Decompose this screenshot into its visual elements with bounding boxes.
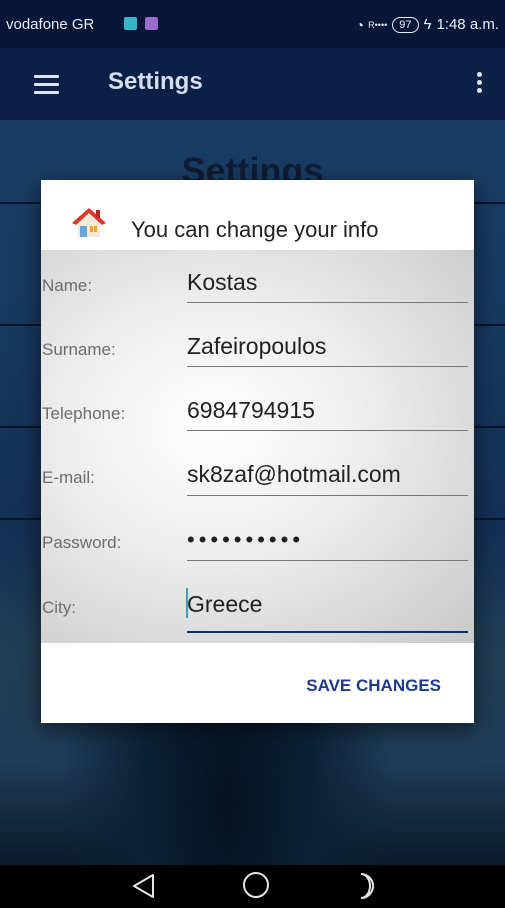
dialog-actions: SAVE CHANGES	[41, 643, 474, 723]
email-field[interactable]: sk8zaf@hotmail.com	[187, 461, 401, 488]
dialog-title: You can change your info	[131, 217, 379, 242]
name-label: Name:	[42, 276, 93, 295]
gallery-notification-icon	[145, 17, 158, 30]
navigation-bar	[0, 865, 505, 908]
roaming-indicator: R	[368, 19, 375, 30]
dialog-form: Name: Kostas Surname: Zafeiropoulos Tele…	[41, 250, 474, 643]
wifi-icon: ◔	[355, 16, 365, 33]
surname-field[interactable]: Zafeiropoulos	[187, 333, 326, 360]
edit-info-dialog: You can change your info Name: Kostas Su…	[41, 180, 474, 723]
telephone-field-underline	[187, 430, 468, 431]
password-label: Password:	[42, 533, 122, 552]
telephone-field[interactable]: 6984794915	[187, 397, 315, 424]
clock: 1:48 a.m.	[436, 16, 499, 33]
background-divider	[0, 426, 41, 428]
home-icon[interactable]	[243, 872, 269, 898]
signal-icon: R••••	[368, 19, 388, 30]
app-bar-title: Settings	[108, 68, 203, 95]
city-label: City:	[42, 598, 76, 617]
email-row: E-mail: sk8zaf@hotmail.com	[41, 442, 474, 506]
overflow-menu-icon[interactable]	[477, 72, 483, 96]
email-label: E-mail:	[42, 468, 95, 487]
city-field-underline	[187, 631, 468, 633]
charging-icon: ϟ	[423, 16, 432, 33]
carrier-name: vodafone GR	[6, 16, 95, 33]
status-bar: vodafone GR ◔ R•••• 97 ϟ 1:48 a.m.	[0, 0, 505, 48]
telephone-row: Telephone: 6984794915	[41, 378, 474, 442]
surname-field-underline	[187, 366, 468, 367]
surname-label: Surname:	[42, 340, 116, 359]
background-divider	[474, 518, 505, 520]
surname-row: Surname: Zafeiropoulos	[41, 314, 474, 378]
city-row: City: Greece	[41, 572, 474, 636]
background-divider	[474, 426, 505, 428]
house-icon	[72, 208, 106, 237]
screen: vodafone GR ◔ R•••• 97 ϟ 1:48 a.m. Setti…	[0, 0, 505, 908]
save-changes-button[interactable]: SAVE CHANGES	[306, 676, 441, 696]
back-icon[interactable]	[131, 873, 157, 899]
name-row: Name: Kostas	[41, 250, 474, 314]
app-bar: Settings	[0, 48, 505, 120]
recents-icon[interactable]	[352, 871, 382, 901]
background-divider	[0, 518, 41, 520]
dialog-header: You can change your info	[41, 180, 474, 250]
name-field-underline	[187, 302, 468, 303]
name-field[interactable]: Kostas	[187, 269, 257, 296]
status-icons: ◔ R•••• 97 ϟ 1:48 a.m.	[356, 16, 499, 33]
password-row: Password: ••••••••••	[41, 507, 474, 571]
city-field[interactable]: Greece	[187, 591, 262, 618]
email-field-underline	[187, 495, 468, 496]
background-divider	[0, 324, 41, 326]
telephone-label: Telephone:	[42, 404, 126, 423]
background-divider	[474, 324, 505, 326]
battery-icon: 97	[392, 16, 419, 33]
menu-icon[interactable]	[34, 75, 59, 94]
password-field[interactable]: ••••••••••	[187, 527, 304, 553]
background-divider	[0, 202, 41, 204]
password-field-underline	[187, 560, 468, 561]
sim-notification-icon	[124, 17, 137, 30]
background-divider	[474, 202, 505, 204]
